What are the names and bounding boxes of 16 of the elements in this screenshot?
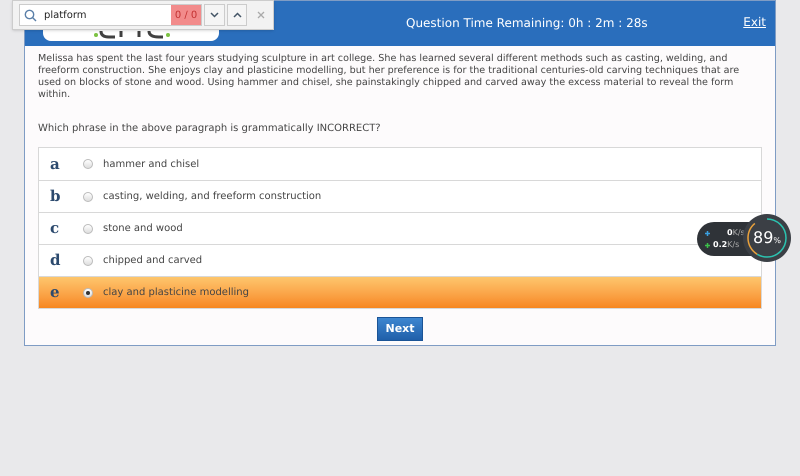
option-letter: e — [49, 282, 61, 304]
find-text: platform — [44, 8, 86, 22]
option-text: hammer and chisel — [103, 158, 200, 172]
option-text: casting, welding, and freeform construction — [103, 190, 322, 204]
option-letter: b — [49, 186, 62, 208]
option-text: clay and plasticine modelling — [103, 286, 249, 300]
upload-speed: 0K/s — [727, 228, 745, 238]
match-count: 0 / 0 — [170, 5, 202, 25]
option-letter: d — [49, 250, 62, 272]
option-text: stone and wood — [103, 222, 183, 236]
option-text: chipped and carved — [103, 254, 202, 268]
timer-text: Question Time Remaining: 0h : 2m : 28s — [406, 15, 648, 32]
option-letter: a — [49, 154, 61, 175]
question-text: Which phrase in the above paragraph is grammatically INCORRECT? — [38, 123, 382, 135]
passage-text: Melissa has spent the last four years studying sculpture in art college. She has learned several different methods such as casting, welding, and freeform construction. She enjoys clay and plasticine modelling, but her preference is for the traditional centuries-old carving techniques that are used on blocks of stone and wood. Using hammer and chisel, she painstakingly chipped and carved away the excess material to reveal the form within. — [38, 53, 740, 101]
option-letter: c — [49, 218, 60, 240]
